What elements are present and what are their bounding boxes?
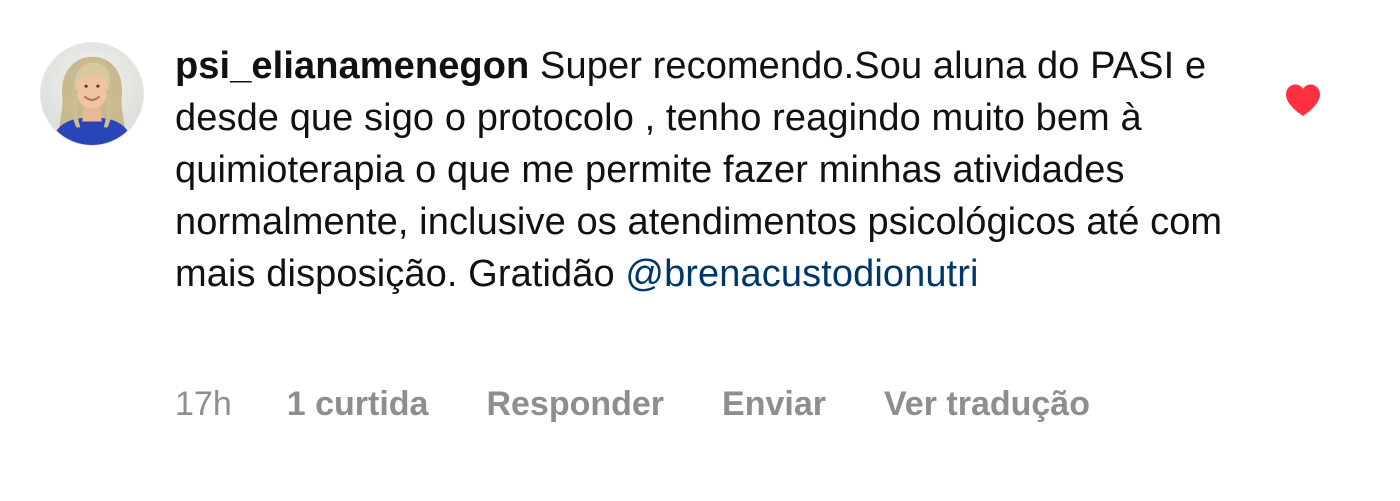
comment-item: psi_elianamenegon Super recomendo.Sou al… [0,0,1400,501]
heart-filled-icon [1286,84,1320,116]
comment-mention-link[interactable]: @brenacustodionutri [625,253,978,295]
see-translation-button[interactable]: Ver tradução [884,385,1090,424]
avatar-photo [41,43,143,145]
comment-body: psi_elianamenegon Super recomendo.Sou al… [175,40,1235,300]
reply-button[interactable]: Responder [486,385,664,424]
comment-username[interactable]: psi_elianamenegon [175,45,529,87]
send-button[interactable]: Enviar [722,385,826,424]
avatar[interactable] [40,42,144,146]
comment-meta-row: 17h 1 curtida Responder Enviar Ver tradu… [175,382,1090,426]
comment-timestamp: 17h [175,384,232,423]
like-button[interactable] [1284,83,1322,117]
likes-count-link[interactable]: 1 curtida [287,385,429,424]
